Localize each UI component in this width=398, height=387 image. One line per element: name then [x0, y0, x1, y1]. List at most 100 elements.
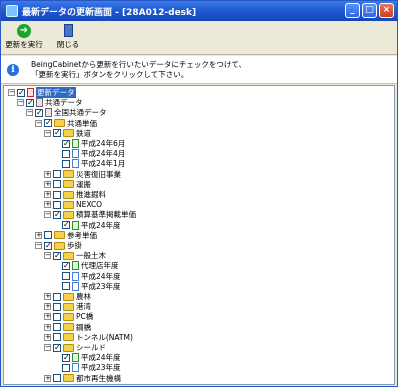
exit-door-icon [61, 24, 75, 38]
collapse-icon[interactable]: − [44, 129, 51, 137]
node-checkbox[interactable]: ✓ [62, 139, 70, 148]
expand-icon[interactable]: + [44, 180, 51, 188]
document-icon [72, 363, 79, 373]
document-icon [72, 281, 79, 291]
node-checkbox[interactable] [44, 231, 52, 240]
refresh-arrow-icon: ➜ [17, 24, 31, 38]
collapse-icon[interactable]: − [17, 99, 24, 107]
node-checkbox[interactable] [53, 190, 61, 199]
collapse-icon[interactable]: − [26, 109, 33, 117]
minimize-button[interactable]: _ [345, 3, 360, 18]
document-icon [72, 139, 79, 148]
folder-icon [63, 302, 74, 311]
node-checkbox[interactable]: ✓ [53, 210, 61, 219]
folder-icon [63, 333, 74, 342]
folder-icon [63, 292, 74, 301]
folder-icon [63, 210, 74, 219]
folder-icon [63, 384, 74, 385]
cabinet-icon [45, 108, 52, 118]
expand-icon[interactable]: + [44, 201, 51, 209]
expand-icon[interactable]: + [44, 303, 51, 311]
folder-icon [63, 190, 74, 199]
folder-icon [63, 312, 74, 321]
toolbar: ➜ 更新を実行 閉じる [1, 21, 397, 55]
node-checkbox[interactable]: ✓ [44, 241, 52, 250]
info-text: BeingCabinetから更新を行いたいデータにチェックをつけて、 「更新を実… [31, 60, 246, 80]
expand-icon[interactable]: + [44, 333, 51, 341]
expand-icon[interactable]: + [44, 293, 51, 300]
document-icon [72, 271, 79, 281]
folder-icon [63, 323, 74, 332]
execute-update-label: 更新を実行 [5, 40, 43, 49]
folder-icon [54, 231, 65, 240]
update-window: 最新データの更新画面 - [28A012-desk] _ □ × ➜ 更新を実行… [0, 0, 398, 387]
folder-icon [63, 251, 74, 260]
tree-node-label: NEXCO [76, 200, 103, 210]
node-checkbox[interactable]: ✓ [62, 221, 70, 230]
window-controls: _ □ × [345, 3, 394, 18]
collapse-icon[interactable]: − [44, 211, 51, 219]
collapse-icon[interactable]: − [44, 344, 51, 351]
document-icon [72, 159, 79, 169]
collapse-icon[interactable]: − [8, 89, 15, 96]
app-icon [6, 5, 18, 17]
node-checkbox[interactable] [62, 159, 70, 168]
close-window-button[interactable]: × [379, 3, 394, 18]
data-tree[interactable]: − ✓ 更新データ − ✓ 共通データ − ✓ 全国共通データ − ✓ 共通単価 − ✓ 鉄道 ✓ 平成24年6… [3, 85, 395, 385]
node-checkbox[interactable]: ✓ [62, 261, 70, 270]
node-checkbox[interactable] [53, 170, 61, 179]
node-checkbox[interactable]: ✓ [44, 119, 52, 128]
node-checkbox[interactable] [53, 200, 61, 209]
node-checkbox[interactable]: ✓ [53, 343, 61, 352]
collapse-icon[interactable]: − [35, 119, 42, 127]
folder-icon [63, 180, 74, 189]
document-icon [72, 353, 79, 363]
node-checkbox[interactable] [62, 363, 70, 372]
folder-icon [63, 374, 74, 383]
document-icon [72, 220, 79, 230]
expand-icon[interactable]: + [44, 374, 51, 382]
node-checkbox[interactable] [53, 374, 61, 383]
collapse-icon[interactable]: − [35, 242, 42, 249]
expand-icon[interactable]: + [35, 231, 42, 239]
node-checkbox[interactable] [53, 180, 61, 189]
info-icon: i [7, 63, 19, 76]
node-checkbox[interactable]: ✓ [53, 129, 61, 138]
node-checkbox[interactable]: ✓ [17, 88, 25, 97]
node-checkbox[interactable] [53, 312, 61, 321]
node-checkbox[interactable] [53, 302, 61, 311]
node-checkbox[interactable] [62, 149, 70, 158]
node-checkbox[interactable] [62, 282, 70, 291]
expand-icon[interactable]: + [44, 170, 51, 178]
close-button[interactable]: 閉じる [49, 21, 87, 54]
execute-update-button[interactable]: ➜ 更新を実行 [5, 21, 43, 54]
document-icon [72, 149, 79, 159]
expand-icon[interactable]: + [44, 323, 51, 331]
tree-node[interactable]: +上水道 [44, 383, 99, 385]
document-icon [72, 261, 79, 271]
window-title: 最新データの更新画面 - [28A012-desk] [22, 7, 197, 18]
node-checkbox[interactable]: ✓ [35, 108, 43, 117]
node-checkbox[interactable]: ✓ [62, 353, 70, 362]
node-checkbox[interactable] [62, 272, 70, 281]
folder-icon [63, 200, 74, 209]
folder-icon [63, 170, 74, 179]
tree-node-label: 上水道 [76, 383, 99, 385]
folder-icon [54, 119, 65, 128]
node-checkbox[interactable]: ✓ [26, 98, 34, 107]
folder-icon [54, 241, 65, 250]
collapse-icon[interactable]: − [44, 252, 51, 260]
folder-icon [63, 343, 74, 352]
title-bar[interactable]: 最新データの更新画面 - [28A012-desk] _ □ × [1, 1, 397, 21]
node-checkbox[interactable] [53, 292, 61, 301]
node-checkbox[interactable]: ✓ [53, 251, 61, 260]
node-checkbox[interactable] [53, 333, 61, 342]
info-line-1: BeingCabinetから更新を行いたいデータにチェックをつけて、 [31, 59, 246, 69]
expand-icon[interactable]: + [44, 191, 51, 198]
info-panel: i BeingCabinetから更新を行いたいデータにチェックをつけて、 「更新… [1, 56, 397, 84]
cabinet-icon [36, 98, 43, 108]
node-checkbox[interactable] [53, 323, 61, 332]
node-checkbox[interactable] [53, 384, 61, 385]
expand-icon[interactable]: + [44, 313, 51, 321]
maximize-button[interactable]: □ [362, 3, 377, 18]
